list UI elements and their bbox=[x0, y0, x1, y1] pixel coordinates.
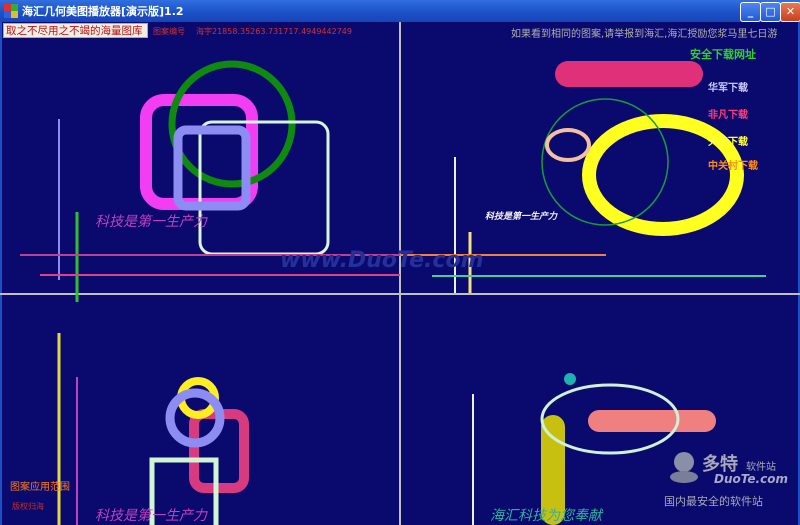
copyright-link[interactable]: 版权归海 bbox=[12, 501, 44, 512]
caption-top-left: 科技是第一生产力 bbox=[95, 214, 207, 230]
minimize-button[interactable]: _ bbox=[740, 2, 761, 22]
logo-url: DuoTe.com bbox=[714, 472, 788, 486]
duote-logo: 多特 软件站 DuoTe.com 国内最安全的软件站 bbox=[662, 450, 798, 510]
caption-bottom-right: 海汇科技为您奉献 bbox=[490, 508, 602, 524]
report-notice: 如果看到相同的图案,请举报到海汇,海汇授励您浆马里七日游 bbox=[511, 29, 778, 40]
title-bar: 海汇几何美图播放器[演示版]1.2 _ □ ✕ bbox=[0, 0, 800, 22]
pink-capsule bbox=[555, 61, 703, 87]
mascot-icon bbox=[670, 452, 698, 483]
download-heading: 安全下载网址 bbox=[690, 48, 756, 61]
caption-bottom-left: 科技是第一生产力 bbox=[95, 508, 207, 524]
pattern-number-value: 海宇21858.35263.731717.4949442749 bbox=[196, 27, 352, 36]
window-title: 海汇几何美图播放器[演示版]1.2 bbox=[22, 5, 184, 18]
site-watermark: www.DuoTe.com bbox=[280, 248, 484, 273]
application-scope-link[interactable]: 图案应用范围 bbox=[10, 478, 70, 493]
green-ring bbox=[168, 60, 296, 188]
maximize-button[interactable]: □ bbox=[760, 2, 781, 22]
download-link-huajun[interactable]: 华军下载 bbox=[708, 79, 748, 94]
logo-suffix: 软件站 bbox=[746, 462, 776, 473]
app-icon bbox=[4, 4, 18, 18]
pattern-number-label: 图案编号 bbox=[153, 27, 185, 36]
slogan-banner: 取之不尽用之不竭的海量图库 bbox=[3, 23, 148, 38]
close-button[interactable]: ✕ bbox=[780, 2, 800, 22]
download-link-feifan[interactable]: 非凡下载 bbox=[708, 106, 748, 121]
logo-tagline: 国内最安全的软件站 bbox=[664, 495, 763, 508]
salmon-capsule bbox=[588, 410, 716, 432]
pale-green-rounded-square bbox=[198, 120, 330, 256]
peach-small-ring bbox=[545, 128, 591, 162]
teal-dot bbox=[564, 373, 576, 385]
caption-top-right: 科技是第一生产力 bbox=[485, 212, 558, 222]
download-link-tiankong[interactable]: 天空下载 bbox=[708, 133, 748, 148]
download-link-zol[interactable]: 中关村下载 bbox=[708, 157, 758, 172]
vertical-divider bbox=[399, 22, 401, 525]
